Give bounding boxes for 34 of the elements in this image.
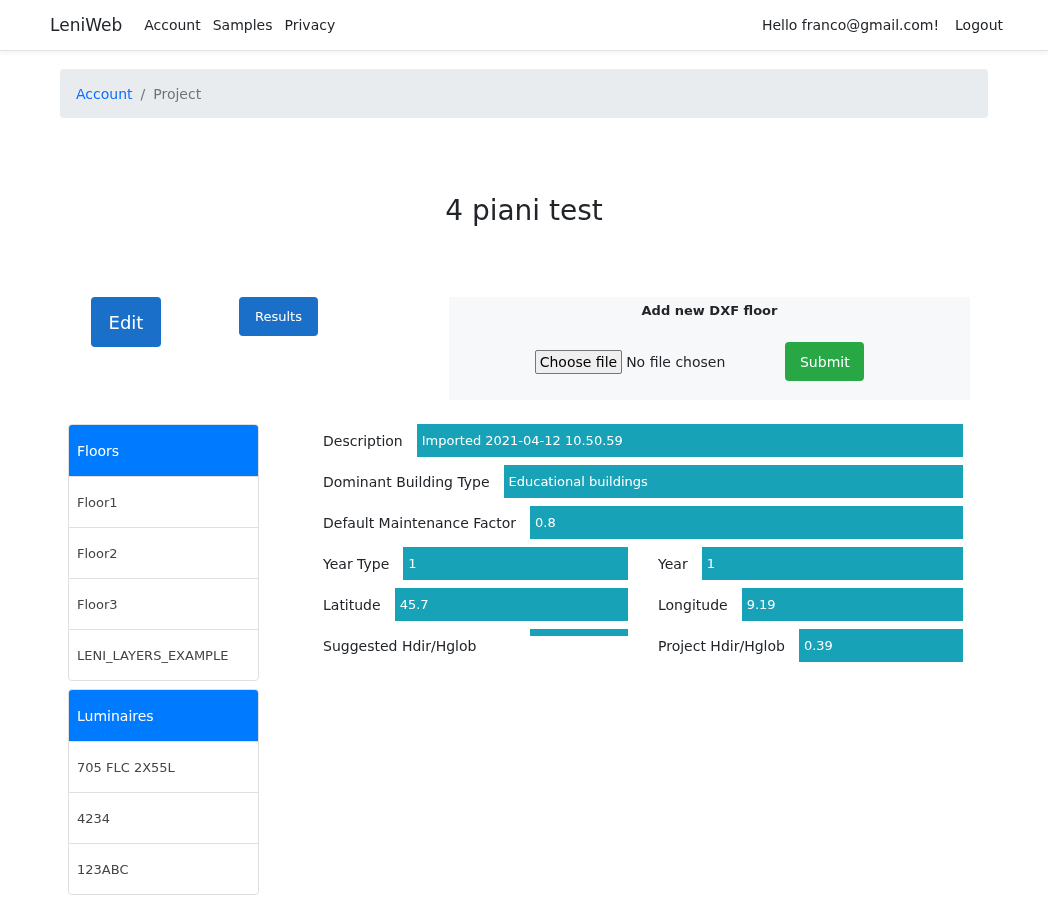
list-item[interactable]: Floor1 [69,476,258,527]
field-label: Dominant Building Type [323,473,490,490]
breadcrumb-link[interactable]: Account [76,85,133,102]
edit-button[interactable]: Edit [91,297,161,347]
upload-title: Add new DXF floor [641,303,778,318]
list-item[interactable]: 705 FLC 2X55L [69,741,258,792]
logout-link[interactable]: Logout [955,17,1003,33]
choose-file-button[interactable]: Choose file [534,349,623,374]
breadcrumb-current: Project [153,85,202,102]
breadcrumb-separator: / [140,85,146,102]
nav-link[interactable]: Account [144,17,201,33]
file-status: No file chosen [626,353,726,370]
brand-link[interactable]: LeniWeb [50,15,123,35]
field-label: Year Type [323,555,390,572]
nav-link[interactable]: Privacy [284,17,336,33]
field-label: Description [323,432,403,449]
page-title: 4 piani test [444,194,604,227]
field-label: Longitude [658,596,728,613]
list-item[interactable]: Floor2 [69,527,258,578]
nav-link[interactable]: Samples [212,17,273,33]
field-label: Default Maintenance Factor [323,514,517,531]
list-item[interactable]: LENI_LAYERS_EXAMPLE [69,629,258,680]
list-item[interactable]: 123ABC [69,843,258,894]
list-header: Luminaires [69,690,258,741]
list-item[interactable]: Floor3 [69,578,258,629]
field-label: Suggested Hdir/Hglob [323,637,477,654]
field-label: Latitude [323,596,381,613]
results-button[interactable]: Results [239,297,318,336]
field-label: Year [658,555,688,572]
list-item[interactable]: 4234 [69,792,258,843]
field-label: Project Hdir/Hglob [658,637,785,654]
list-header: Floors [69,425,258,476]
input-field[interactable] [530,629,628,636]
greeting-text: Hello franco@gmail.com! [761,17,940,33]
